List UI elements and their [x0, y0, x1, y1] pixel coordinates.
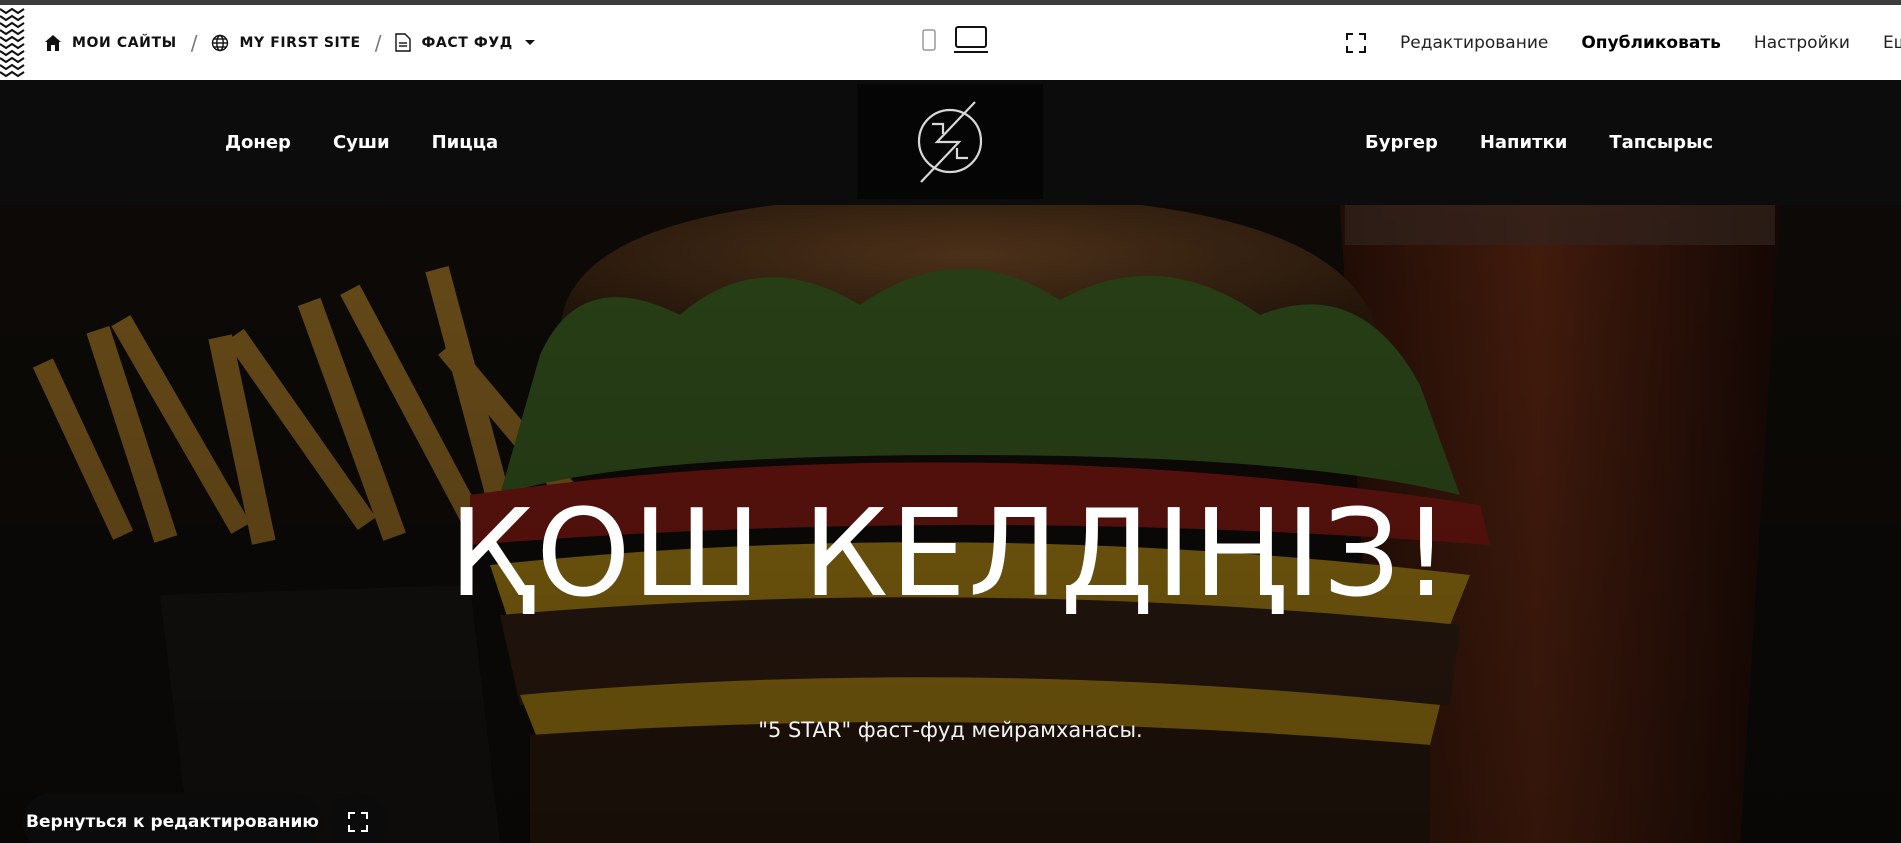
- nav-item-burger[interactable]: Бургер: [1365, 132, 1438, 153]
- preview-fullscreen-button[interactable]: [329, 793, 387, 843]
- chevron-down-icon[interactable]: [523, 39, 537, 47]
- hero-section: ҚОШ КЕЛДІҢІЗ! "5 STAR" фаст-фуд мейрамха…: [0, 205, 1901, 843]
- site-logo[interactable]: [857, 84, 1043, 199]
- more-menu-label: Еще: [1882, 32, 1901, 53]
- more-menu-button[interactable]: Еще ▾: [1883, 33, 1901, 53]
- breadcrumb-site[interactable]: MY FIRST SITE: [211, 34, 360, 52]
- globe-icon: [211, 34, 229, 52]
- hero-subtitle: "5 STAR" фаст-фуд мейрамханасы.: [758, 718, 1143, 742]
- site-nav-right: Бургер Напитки Тапсырыс: [1365, 80, 1755, 205]
- hero-title: ҚОШ КЕЛДІҢІЗ!: [448, 485, 1453, 624]
- breadcrumb-label: МОИ САЙТЫ: [72, 34, 177, 51]
- breadcrumb-separator: /: [374, 30, 382, 55]
- editor-actions: Редактирование Опубликовать Настройки Ещ…: [1346, 5, 1901, 80]
- desktop-icon[interactable]: [954, 26, 988, 59]
- home-icon: [44, 34, 62, 52]
- page-icon: [395, 33, 412, 52]
- nav-item-doner[interactable]: Донер: [225, 132, 291, 153]
- breadcrumb: МОИ САЙТЫ / MY FIRST SITE / ФАСТ ФУД: [44, 5, 537, 80]
- nav-item-pizza[interactable]: Пицца: [432, 132, 499, 153]
- nav-item-sushi[interactable]: Суши: [333, 132, 390, 153]
- back-to-editing-button[interactable]: Вернуться к редактированию: [23, 793, 322, 843]
- brand-zigzag-icon: [0, 5, 26, 80]
- device-toggle: [922, 5, 988, 80]
- fullscreen-icon: [348, 812, 368, 832]
- breadcrumb-label: ФАСТ ФУД: [421, 34, 513, 51]
- breadcrumb-my-sites[interactable]: МОИ САЙТЫ: [44, 34, 177, 52]
- publish-button[interactable]: Опубликовать: [1581, 33, 1721, 53]
- nav-item-order[interactable]: Тапсырыс: [1609, 132, 1713, 153]
- breadcrumb-label: MY FIRST SITE: [239, 34, 361, 51]
- settings-button[interactable]: Настройки: [1754, 33, 1850, 53]
- breadcrumb-page[interactable]: ФАСТ ФУД: [395, 33, 536, 52]
- nav-item-drinks[interactable]: Напитки: [1480, 132, 1568, 153]
- edit-button[interactable]: Редактирование: [1400, 33, 1548, 53]
- fullscreen-icon[interactable]: [1346, 32, 1366, 53]
- editor-toolbar: МОИ САЙТЫ / MY FIRST SITE / ФАСТ ФУД Ред…: [0, 5, 1901, 80]
- breadcrumb-separator: /: [190, 30, 198, 55]
- mobile-icon[interactable]: [922, 29, 936, 56]
- site-nav-left: Донер Суши Пицца: [225, 80, 540, 205]
